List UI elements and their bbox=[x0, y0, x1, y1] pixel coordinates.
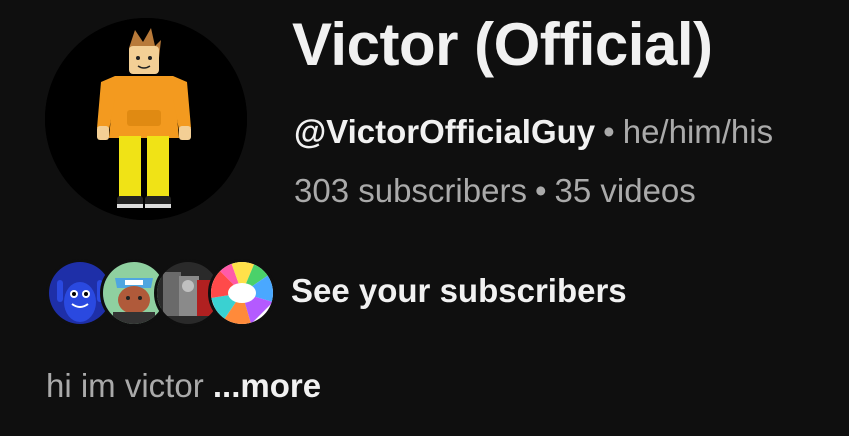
more-button[interactable]: ...more bbox=[213, 367, 321, 404]
channel-stats-row: 303 subscribers • 35 videos bbox=[294, 172, 696, 210]
channel-avatar-image bbox=[45, 18, 247, 220]
description-text: hi im victor bbox=[46, 367, 204, 404]
separator-dot: • bbox=[603, 113, 615, 150]
subscriber-avatar-stack bbox=[46, 255, 276, 327]
subscriber-count: 303 subscribers bbox=[294, 172, 527, 209]
channel-handle-row: @VictorOfficialGuy • he/him/his bbox=[294, 113, 773, 151]
channel-handle[interactable]: @VictorOfficialGuy bbox=[294, 113, 595, 150]
channel-pronouns: he/him/his bbox=[622, 113, 774, 150]
subscriber-avatar-4 bbox=[208, 259, 276, 327]
video-count: 35 videos bbox=[554, 172, 696, 209]
channel-description[interactable]: hi im victor ...more bbox=[46, 367, 321, 405]
see-subscribers-row[interactable]: See your subscribers bbox=[46, 255, 627, 327]
channel-avatar[interactable] bbox=[45, 18, 247, 220]
channel-name: Victor (Official) bbox=[292, 11, 713, 78]
see-subscribers-link[interactable]: See your subscribers bbox=[291, 272, 627, 310]
separator-dot: • bbox=[534, 172, 547, 209]
